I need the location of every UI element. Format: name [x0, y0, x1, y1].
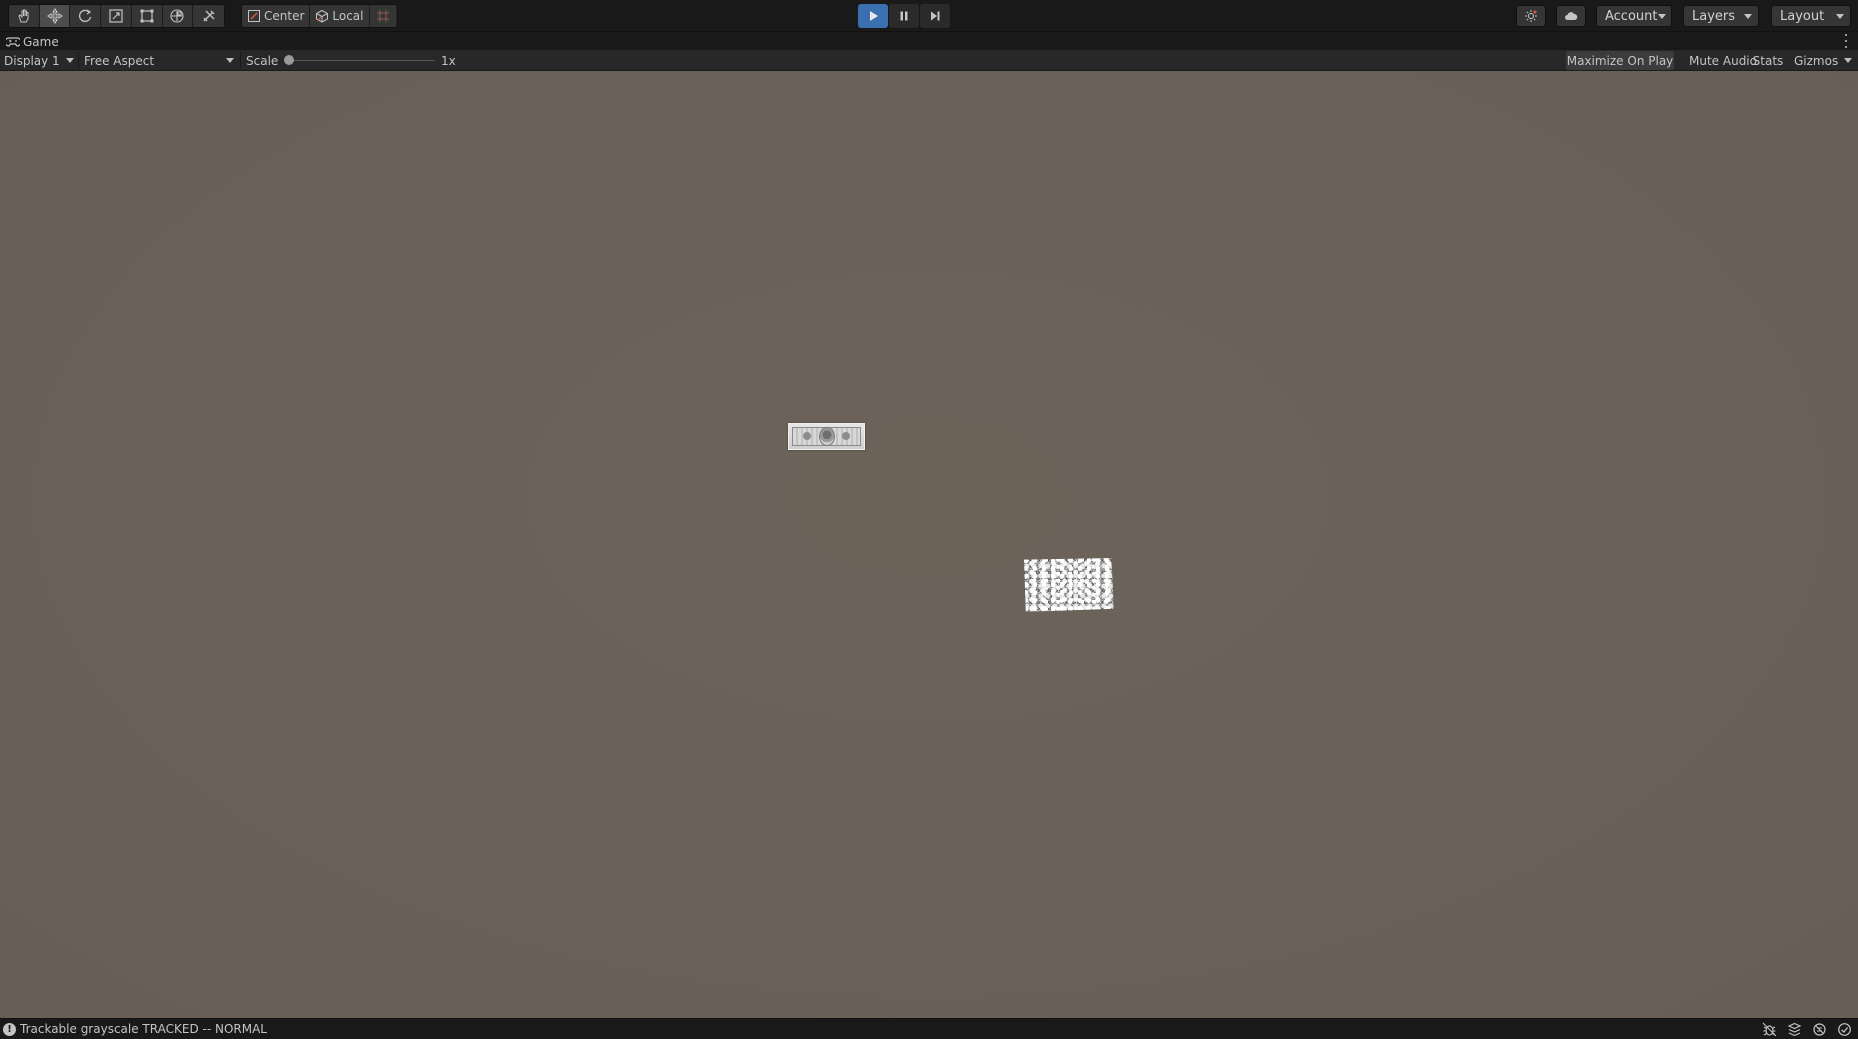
gravel-target	[1024, 558, 1114, 612]
chevron-down-icon	[66, 58, 74, 63]
play-button[interactable]	[858, 4, 888, 28]
playmode-controls	[858, 4, 950, 28]
banknote-seal	[803, 432, 811, 440]
chevron-down-icon	[1657, 13, 1666, 19]
custom-editor-tool-icon[interactable]	[193, 5, 224, 27]
chevron-down-icon	[1744, 13, 1752, 19]
maximize-on-play-label: Maximize On Play	[1566, 53, 1674, 68]
rotate-tool-icon[interactable]	[70, 5, 102, 27]
gamepad-icon	[6, 36, 20, 47]
pivot-mode-label: Center	[264, 9, 305, 23]
hand-tool-icon[interactable]	[9, 5, 40, 27]
play-icon	[870, 11, 878, 21]
scale-tool-icon[interactable]	[101, 5, 132, 27]
grid-snap-icon	[376, 10, 389, 22]
scale-label: Scale	[246, 53, 279, 68]
chevron-down-icon	[226, 58, 234, 63]
banknote-portrait	[819, 427, 835, 446]
pivot-center-icon	[248, 10, 260, 22]
grid-snap-button[interactable]	[369, 5, 396, 27]
gizmos-label: Gizmos	[1794, 53, 1839, 68]
display-label: Display 1	[4, 53, 60, 68]
status-bar: ! Trackable grayscale TRACKED -- NORMAL	[0, 1018, 1858, 1038]
collab-button[interactable]	[1516, 5, 1546, 27]
chevron-down-icon	[1844, 58, 1853, 63]
account-label: Account	[1605, 8, 1658, 24]
info-icon: !	[3, 1022, 16, 1036]
layout-dropdown[interactable]: Layout	[1771, 5, 1851, 27]
pause-button[interactable]	[889, 4, 919, 28]
layers-dropdown[interactable]: Layers	[1683, 5, 1759, 27]
layout-label: Layout	[1780, 8, 1825, 24]
kebab-menu-icon[interactable]	[1844, 34, 1848, 48]
tab-game[interactable]: Game	[6, 33, 59, 50]
transform-tool-icon[interactable]	[162, 5, 194, 27]
collab-sparkle-icon	[1525, 10, 1537, 22]
step-icon	[931, 11, 940, 21]
cloud-button[interactable]	[1556, 5, 1586, 27]
tab-game-label: Game	[23, 34, 59, 49]
banknote-seal	[842, 432, 850, 440]
console-status-message[interactable]: ! Trackable grayscale TRACKED -- NORMAL	[3, 1019, 267, 1039]
chevron-down-icon	[1836, 13, 1844, 19]
game-viewport[interactable]	[0, 71, 1858, 1018]
pause-icon	[900, 11, 908, 21]
check-circle-icon[interactable]	[1837, 1022, 1852, 1037]
scale-slider-handle[interactable]	[284, 55, 294, 65]
mute-audio-label: Mute Audio	[1689, 53, 1757, 68]
aspect-label: Free Aspect	[84, 53, 155, 68]
move-tool-icon[interactable]	[39, 5, 71, 27]
status-text: Trackable grayscale TRACKED -- NORMAL	[20, 1022, 267, 1036]
scale-value: 1x	[441, 53, 456, 68]
divider	[78, 52, 79, 69]
banknote-target	[788, 423, 865, 450]
rect-tool-icon[interactable]	[131, 5, 163, 27]
layers-label: Layers	[1692, 8, 1736, 24]
window-tab-bar: Game	[0, 32, 1858, 50]
network-off-icon[interactable]	[1812, 1022, 1827, 1037]
pivot-controls: Center Local	[241, 4, 398, 28]
progress-stack-icon[interactable]	[1787, 1022, 1802, 1037]
pivot-rotation-label: Local	[332, 9, 364, 23]
pivot-rotation-button[interactable]: Local	[310, 5, 370, 27]
game-view-controls: Display 1 Free Aspect Scale 1x Maximize …	[0, 50, 1858, 71]
display-dropdown[interactable]: Display 1	[0, 50, 78, 71]
status-icons	[1762, 1021, 1852, 1037]
local-cube-icon	[316, 9, 329, 23]
divider	[240, 52, 241, 69]
scale-slider-track[interactable]	[289, 60, 435, 61]
main-toolbar: Center Local Account Layers Layout	[0, 0, 1858, 32]
stats-toggle[interactable]: Stats	[1749, 51, 1787, 70]
gizmos-dropdown[interactable]: Gizmos	[1790, 50, 1854, 71]
account-dropdown[interactable]: Account	[1596, 5, 1672, 27]
pivot-mode-button[interactable]: Center	[242, 5, 311, 27]
stats-label: Stats	[1752, 53, 1784, 68]
maximize-on-play-toggle[interactable]: Maximize On Play	[1566, 51, 1674, 70]
aspect-dropdown[interactable]: Free Aspect	[80, 50, 238, 71]
transform-tools	[8, 4, 225, 28]
debug-bug-icon[interactable]	[1762, 1022, 1777, 1037]
cloud-icon	[1565, 12, 1578, 20]
step-button[interactable]	[920, 4, 950, 28]
